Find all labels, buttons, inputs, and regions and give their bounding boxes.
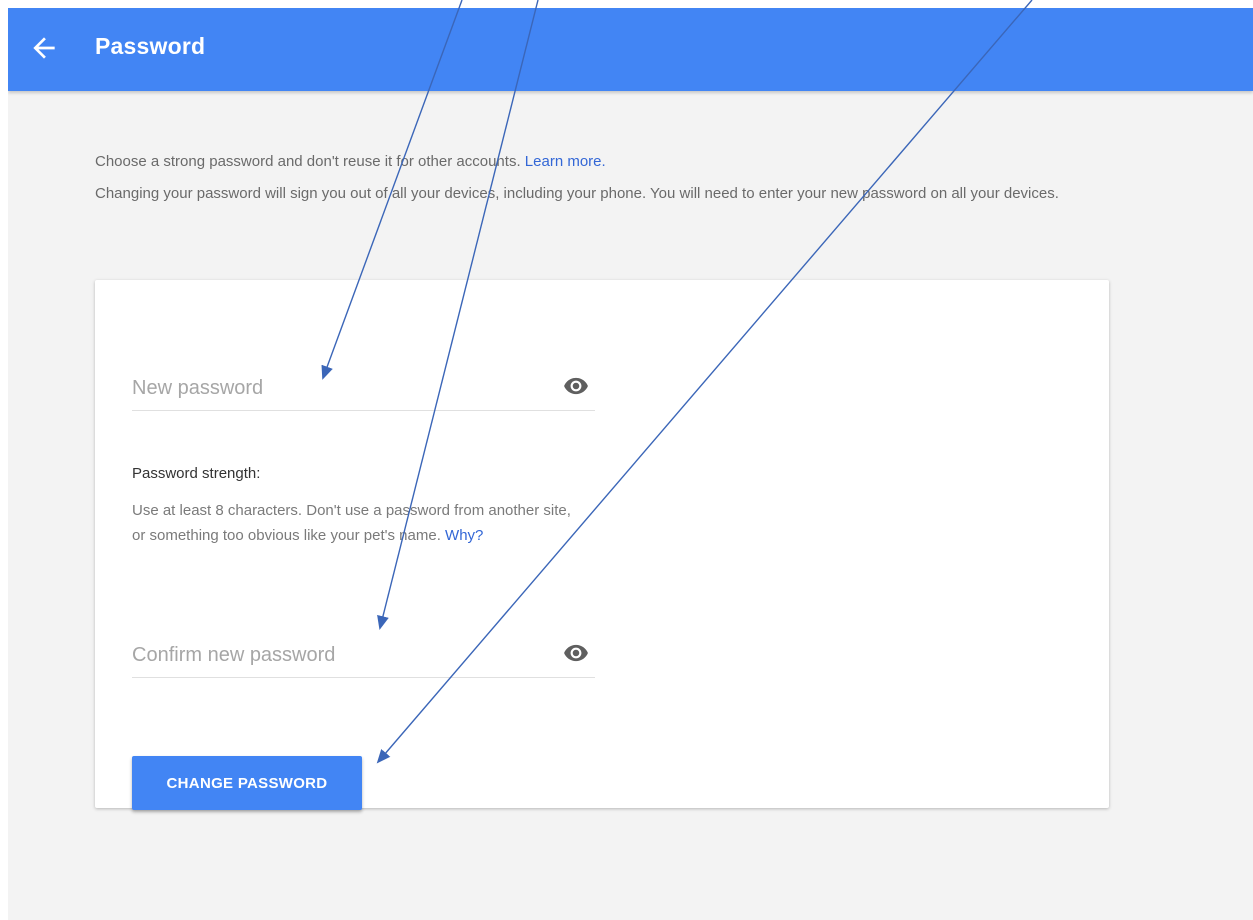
intro-line-1-text: Choose a strong password and don't reuse… <box>95 153 521 170</box>
show-new-password-button[interactable] <box>563 373 589 399</box>
new-password-field <box>132 368 595 411</box>
password-card: Password strength: Use at least 8 charac… <box>95 280 1109 810</box>
why-link[interactable]: Why? <box>445 527 483 544</box>
password-strength-help-text: Use at least 8 characters. Don't use a p… <box>132 502 571 544</box>
arrow-left-icon <box>33 37 55 59</box>
eye-icon <box>564 644 588 662</box>
page-title: Password <box>95 33 206 59</box>
new-password-input[interactable] <box>132 368 532 408</box>
intro-line-1: Choose a strong password and don't reuse… <box>95 149 1135 174</box>
page: Password Choose a strong password and do… <box>8 8 1253 920</box>
show-confirm-password-button[interactable] <box>563 640 589 666</box>
password-strength-label: Password strength: <box>132 465 261 482</box>
confirm-password-field <box>132 635 595 678</box>
learn-more-link[interactable]: Learn more. <box>525 153 606 170</box>
intro-line-2: Changing your password will sign you out… <box>95 185 1059 202</box>
eye-icon <box>564 377 588 395</box>
confirm-password-input[interactable] <box>132 635 532 675</box>
app-bar: Password <box>8 8 1253 91</box>
intro-text: Choose a strong password and don't reuse… <box>95 149 1135 206</box>
change-password-button[interactable]: CHANGE PASSWORD <box>132 756 362 810</box>
back-button[interactable] <box>28 32 60 64</box>
password-strength-help: Use at least 8 characters. Don't use a p… <box>132 498 572 548</box>
